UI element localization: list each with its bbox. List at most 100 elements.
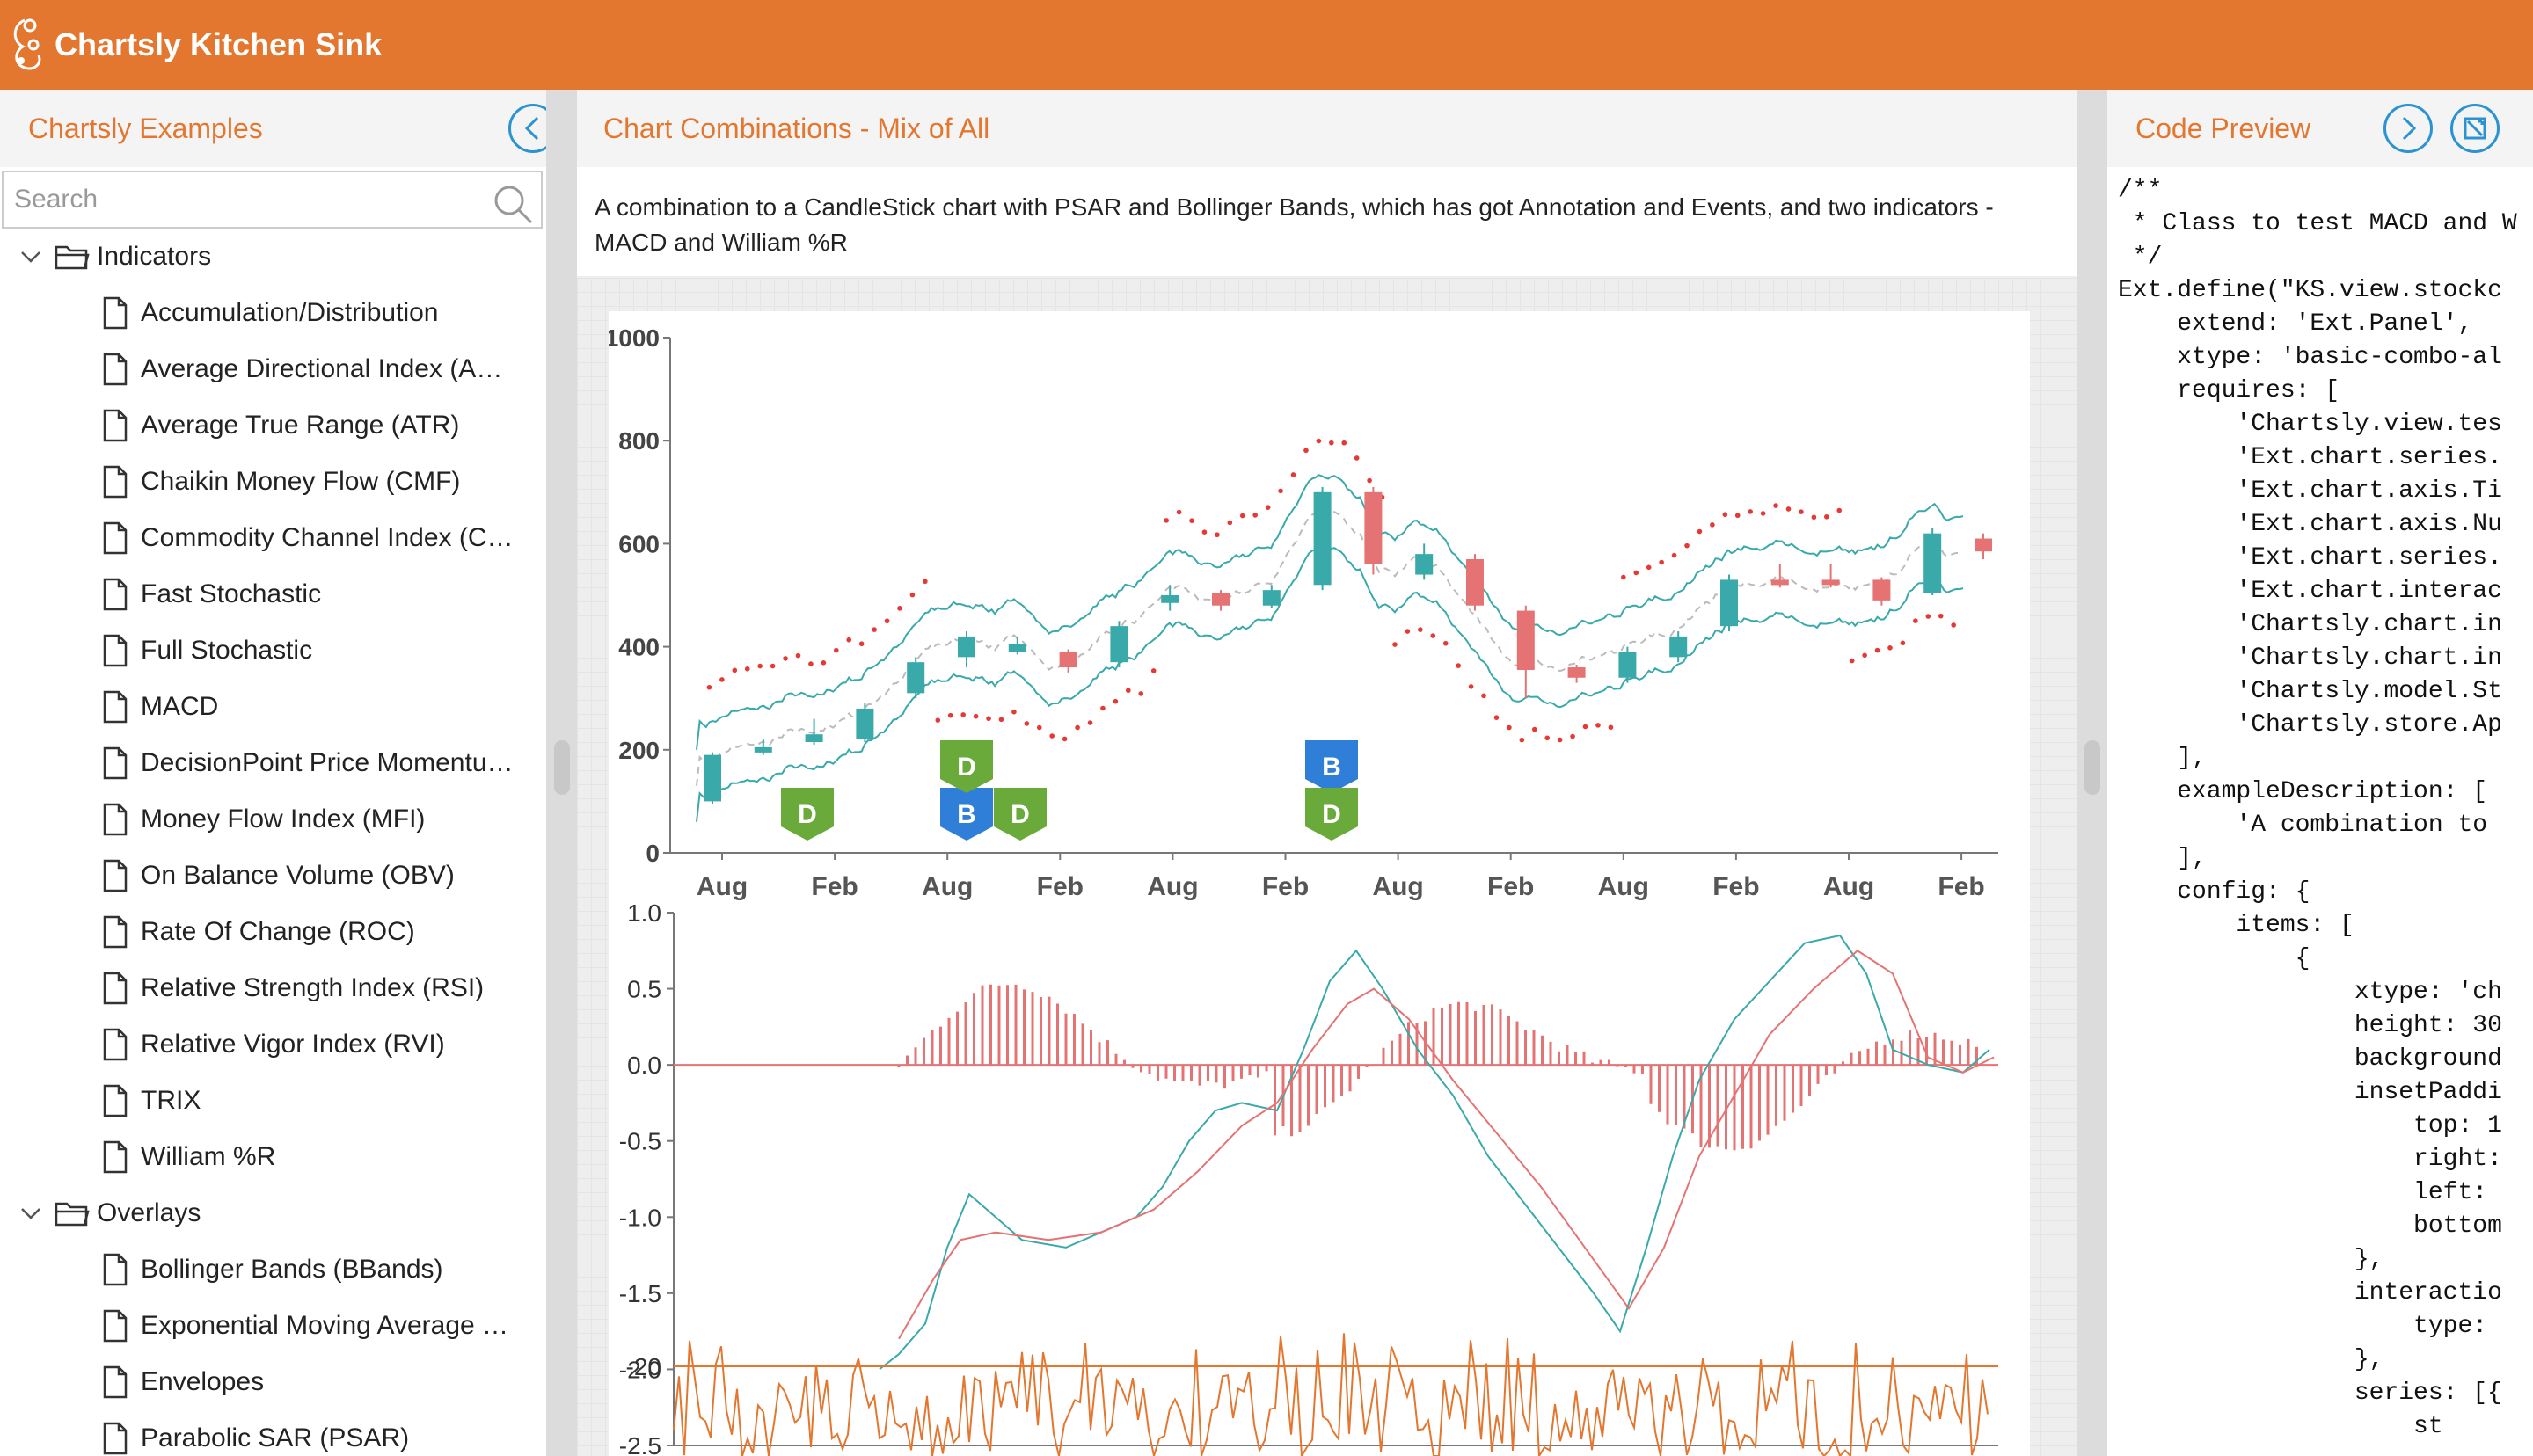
psar-dot: [1697, 528, 1703, 535]
tree-item[interactable]: Relative Strength Index (RSI): [0, 960, 546, 1016]
tree-item[interactable]: On Balance Volume (OBV): [0, 848, 546, 904]
document-icon: [103, 1309, 128, 1343]
tree-item[interactable]: Relative Vigor Index (RVI): [0, 1016, 546, 1073]
tree-item-label: Accumulation/Distribution: [141, 298, 439, 327]
chevron-down-icon[interactable]: [19, 245, 42, 268]
candle-up: [1923, 533, 1942, 593]
tree-item-label: William %R: [141, 1142, 276, 1171]
event-marker-dividend: D: [1305, 788, 1358, 841]
tree-item[interactable]: Bollinger Bands (BBands): [0, 1241, 546, 1298]
macd-line: [879, 934, 1990, 1371]
collapse-right-button[interactable]: [2383, 104, 2433, 153]
candle-up: [1415, 554, 1434, 575]
document-icon: [103, 915, 128, 949]
psar-dot: [1734, 513, 1741, 519]
tree-group-indicators[interactable]: Indicators: [0, 229, 546, 285]
right-splitter-handle[interactable]: [2084, 740, 2100, 795]
tree-item[interactable]: TRIX: [0, 1073, 546, 1129]
chart-panel-title: Chart Combinations - Mix of All: [603, 112, 990, 144]
document-icon: [103, 1253, 128, 1286]
tree-item[interactable]: Chaikin Money Flow (CMF): [0, 454, 546, 510]
macd-y-tick-label: -2.5: [619, 1432, 661, 1456]
psar-dot: [846, 637, 852, 643]
psar-dot: [1760, 511, 1766, 516]
macd-y-tick-label: -1.5: [619, 1280, 661, 1307]
collapse-left-button[interactable]: [508, 104, 546, 153]
search-input[interactable]: [4, 172, 541, 227]
examples-panel-header: Chartsly Examples: [0, 90, 546, 167]
document-icon: [103, 1084, 128, 1117]
psar-dot: [1367, 477, 1372, 484]
psar-dot: [1710, 522, 1715, 528]
psar-dot: [986, 716, 991, 722]
psar-dot: [1925, 614, 1931, 619]
candle-up: [856, 708, 874, 740]
psar-dot: [1113, 698, 1119, 704]
left-splitter-handle[interactable]: [554, 740, 570, 795]
combo-chart-svg[interactable]: 1000 800 600 400 200 0 Aug Feb Aug Feb Aug Feb Aug Fe…: [605, 311, 2097, 1456]
candle-down: [1872, 579, 1891, 601]
price-x-tick-label: Aug: [922, 872, 973, 901]
tree-item[interactable]: Envelopes: [0, 1354, 546, 1410]
event-marker-dividend: D: [994, 788, 1047, 841]
candle-down: [1567, 667, 1586, 678]
price-x-tick-label: Aug: [697, 872, 748, 901]
tree-item-label: On Balance Volume (OBV): [141, 861, 455, 890]
psar-dot: [897, 606, 902, 611]
tree-item[interactable]: William %R: [0, 1129, 546, 1185]
tree-item[interactable]: Commodity Channel Index (C…: [0, 510, 546, 566]
chevron-right-icon: [2402, 116, 2417, 141]
tree-item[interactable]: Money Flow Index (MFI): [0, 791, 546, 848]
tree-item[interactable]: DecisionPoint Price Momentu…: [0, 735, 546, 791]
search-icon[interactable]: [492, 183, 534, 225]
tree-item[interactable]: Rate Of Change (ROC): [0, 904, 546, 960]
psar-dot: [1442, 640, 1449, 646]
fullscreen-button[interactable]: [2450, 104, 2500, 153]
psar-dot: [1278, 488, 1283, 494]
tree-item[interactable]: MACD: [0, 679, 546, 735]
tree-item[interactable]: Average Directional Index (A…: [0, 341, 546, 397]
event-marker-label: D: [957, 753, 976, 782]
right-splitter[interactable]: [2077, 90, 2107, 1456]
chevron-down-icon[interactable]: [19, 1202, 42, 1225]
tree-item[interactable]: Exponential Moving Average …: [0, 1298, 546, 1354]
candle-up: [907, 662, 925, 694]
app-title: Chartsly Kitchen Sink: [55, 26, 383, 62]
psar-dot: [935, 717, 941, 723]
price-y-tick-label: 400: [618, 634, 660, 661]
code-panel-header: Code Preview: [2107, 90, 2533, 167]
logo-icon: [13, 18, 41, 70]
tree-item[interactable]: Fast Stochastic: [0, 566, 546, 622]
psar-dot: [998, 717, 1004, 723]
tree-item[interactable]: Accumulation/Distribution: [0, 285, 546, 341]
left-splitter[interactable]: [547, 90, 577, 1456]
psar-dot: [1316, 438, 1322, 444]
search-field[interactable]: [2, 171, 543, 229]
psar-dot: [1290, 472, 1296, 477]
chevron-left-icon: [524, 116, 539, 141]
candle-up: [754, 746, 772, 753]
tree-item[interactable]: Full Stochastic: [0, 622, 546, 679]
tree-item-label: Relative Strength Index (RSI): [141, 973, 485, 1002]
tree-item[interactable]: Average True Range (ATR): [0, 397, 546, 454]
psar-dot: [1049, 733, 1055, 739]
combo-chart[interactable]: 1000 800 600 400 200 0 Aug Feb Aug Feb Aug Feb Aug Fe…: [605, 311, 2097, 1456]
psar-dot: [1468, 684, 1474, 689]
psar-dot: [757, 663, 763, 669]
price-x-tick-label: Aug: [1598, 872, 1649, 901]
document-icon: [103, 1140, 128, 1174]
psar-dot: [833, 647, 839, 653]
psar-dot: [706, 684, 712, 690]
candle-down: [1212, 593, 1230, 606]
tree-item-label: Average True Range (ATR): [141, 411, 460, 440]
tree-item[interactable]: Parabolic SAR (PSAR): [0, 1410, 546, 1456]
psar-dot: [1481, 693, 1486, 699]
psar-dot: [1493, 715, 1500, 720]
event-marker-label: B: [1322, 753, 1341, 782]
psar-dot: [1887, 645, 1893, 651]
tree-item-label: Relative Vigor Index (RVI): [141, 1030, 445, 1059]
psar-dot: [1354, 455, 1360, 461]
tree-group-overlays[interactable]: Overlays: [0, 1185, 546, 1241]
event-marker-label: B: [957, 800, 976, 829]
candle-up: [704, 754, 721, 802]
